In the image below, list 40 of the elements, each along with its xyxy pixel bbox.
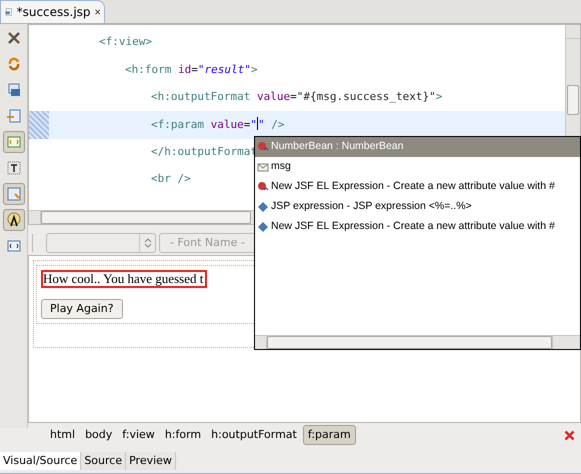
toolbar-button[interactable]	[2, 209, 24, 231]
breadcrumb-item[interactable]: html	[46, 425, 80, 445]
toolbar-tool-icon	[6, 30, 22, 46]
close-icon[interactable]	[94, 7, 100, 17]
breadcrumb-item[interactable]: f:view	[118, 425, 159, 445]
code-line: <h:outputFormat value="#{msg.success_text}">	[151, 89, 442, 106]
code-line: <f:param value="" />	[151, 116, 284, 133]
editor-tab-title: *success.jsp	[16, 4, 91, 21]
output-text: How cool.. You have guessed t	[41, 270, 208, 288]
bean-icon	[257, 141, 269, 153]
text-caret	[256, 116, 258, 130]
breadcrumb-item[interactable]: body	[81, 425, 116, 445]
spinner-icon	[144, 238, 152, 248]
breadcrumb-item[interactable]: f:param	[302, 425, 356, 445]
code-line: <br />	[151, 171, 191, 188]
toolbar-tool-icon	[6, 212, 22, 228]
breadcrumb-item[interactable]: h:outputFormat	[207, 425, 301, 445]
toolbar-tool-icon	[6, 134, 22, 150]
code-line: <f:view>	[99, 34, 152, 50]
completion-item[interactable]: msg	[255, 157, 580, 177]
toolbar-tool-icon	[6, 160, 22, 176]
completion-item[interactable]: New JSF EL Expression - Create a new attribute value with #	[255, 177, 580, 197]
code-line: <h:form id="result">	[125, 62, 258, 78]
editor-tab[interactable]: *success.jsp	[0, 0, 105, 23]
bean-icon	[257, 181, 269, 193]
code-line: </h:outputFormat	[151, 144, 257, 160]
toolbar-tool-icon	[6, 108, 22, 124]
toolbar-tool-icon	[6, 56, 22, 72]
toolbar-tool-icon	[6, 82, 22, 98]
toolbar-tool-icon	[6, 238, 22, 254]
play-again-button[interactable]: Play Again?	[41, 299, 123, 319]
toolbar-tool-icon	[6, 186, 22, 202]
envelope-icon	[257, 161, 269, 173]
bottom-tab[interactable]: Preview	[126, 452, 176, 470]
horizontal-scrollbar[interactable]	[255, 335, 580, 349]
completion-item[interactable]: JSP expression - JSP expression <%=..%>	[255, 197, 580, 217]
breadcrumb-item[interactable]: h:form	[160, 425, 206, 445]
diamond-icon	[257, 201, 269, 213]
bottom-tab[interactable]: Visual/Source	[0, 452, 82, 470]
bottom-tab[interactable]: Source	[81, 452, 126, 470]
